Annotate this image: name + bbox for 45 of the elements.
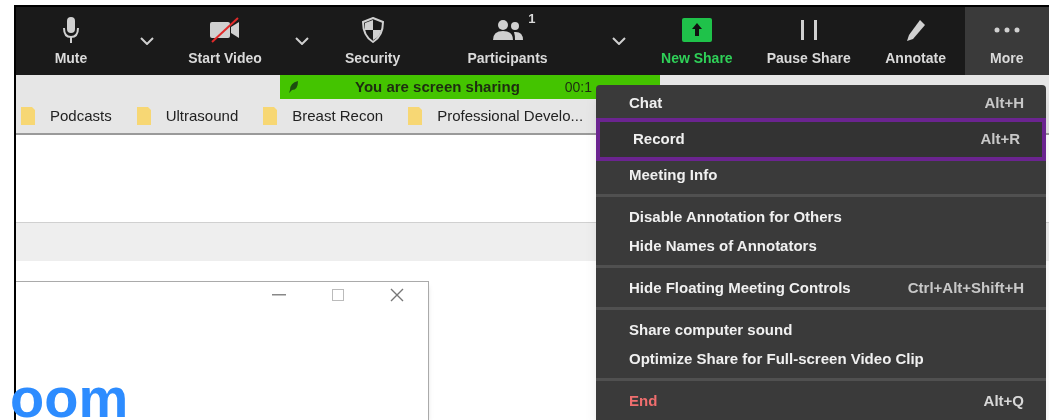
leaf-icon <box>288 80 300 94</box>
people-icon <box>491 19 524 41</box>
menu-item[interactable]: Record Alt+R <box>596 118 1046 161</box>
sharing-status-text: You are screen sharing <box>355 76 520 97</box>
shortcut-text: Alt+H <box>984 93 1024 114</box>
bookmark-link[interactable]: Ultrasound <box>165 104 239 128</box>
toolbar-button[interactable]: Annotate <box>866 7 965 75</box>
shortcut-text: Alt+Q <box>983 391 1024 412</box>
menu-item[interactable]: End Alt+Q <box>596 387 1046 416</box>
bookmark-link[interactable]: Professional Develo... <box>437 104 584 128</box>
folder-icon <box>20 106 36 126</box>
menu-item[interactable]: Share computer sound <box>596 316 1046 345</box>
caret-icon <box>140 37 155 45</box>
toolbar-button[interactable]: Pause Share <box>750 7 867 75</box>
folder-icon <box>407 106 424 126</box>
bookmark-link[interactable]: Breast Recon <box>292 104 384 128</box>
toolbar-button[interactable]: Security <box>326 7 420 75</box>
toolbar-button[interactable]: Mute <box>18 7 124 75</box>
microphone-icon <box>61 16 80 44</box>
folder-icon <box>135 106 152 126</box>
folder-icon <box>262 106 279 126</box>
maximize-icon[interactable] <box>332 289 344 301</box>
shortcut-text: Alt+R <box>980 129 1020 150</box>
more-dots-icon <box>992 26 1021 34</box>
toolbar-button[interactable]: 1 Participants <box>419 7 596 75</box>
caret-icon <box>295 37 310 45</box>
toolbar-button[interactable]: New Share <box>642 7 751 75</box>
menu-item[interactable]: Meeting Info <box>596 161 1046 190</box>
bookmark-link[interactable]: Podcasts <box>50 104 112 128</box>
sharing-timer: 00:1 <box>564 77 593 97</box>
menu-item[interactable]: Hide Names of Annotators <box>596 232 1046 261</box>
shield-icon <box>361 17 384 43</box>
video-off-icon <box>208 17 242 43</box>
menu-item[interactable]: Optimize Share for Full-screen Video Clip <box>596 345 1046 374</box>
toolbar-button[interactable]: More <box>964 7 1049 75</box>
menu-item[interactable]: Disable Annotation for Others <box>596 203 1046 232</box>
menu-item[interactable]: Hide Floating Meeting Controls Ctrl+Alt+Shift+H <box>596 274 1046 303</box>
toolbar-button[interactable]: Start Video <box>171 7 279 75</box>
minimize-icon[interactable] <box>272 294 286 296</box>
participant-count: 1 <box>528 10 536 28</box>
caret-icon <box>612 37 627 45</box>
close-icon[interactable] <box>390 288 404 302</box>
shortcut-text: Ctrl+Alt+Shift+H <box>907 278 1024 299</box>
menu-item[interactable]: Chat Alt+H <box>596 89 1046 118</box>
pencil-icon <box>904 18 927 42</box>
